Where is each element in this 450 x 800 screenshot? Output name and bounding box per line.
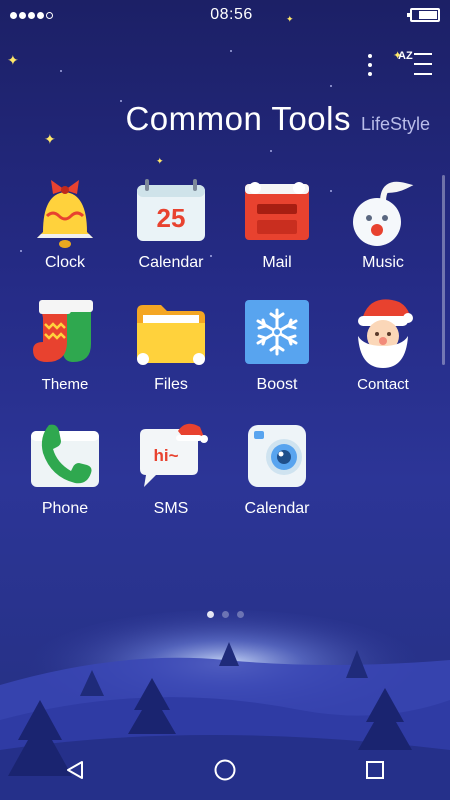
app-label: Contact [357,376,409,393]
stocking-icon [27,294,103,370]
camera-icon [239,418,315,494]
phone-icon [27,418,103,494]
app-clock[interactable]: Clock [12,172,118,272]
calendar-day-text: 25 [157,203,186,233]
app-label: Calendar [244,500,310,517]
star-decoration-icon: ✦ [286,14,294,24]
battery-icon [406,8,440,22]
app-label: Files [154,376,188,393]
folder-title-row: Common Tools LifeStyle [125,100,430,138]
bell-clock-icon [27,172,103,248]
sms-bubble-icon: hi~ [133,418,209,494]
app-calendar[interactable]: 25 Calendar [118,172,224,272]
santa-icon [345,294,421,370]
app-label: Phone [41,500,89,517]
star-decoration-icon: ✦ [7,52,19,68]
app-label: Boost [256,376,298,393]
home-icon[interactable] [205,750,245,790]
status-bar: 08:56 [0,0,450,30]
app-contact[interactable]: Contact [330,294,436,393]
sort-letters: AZ [398,50,413,62]
signal-strength-icon [10,11,53,19]
status-time: 08:56 [210,6,253,23]
app-files[interactable]: Files [118,294,224,394]
app-theme[interactable]: Theme [12,294,118,393]
star-decoration-icon: ✦ [156,156,164,166]
more-vert-icon[interactable] [368,54,372,76]
app-camera-calendar[interactable]: Calendar [224,418,330,518]
snowflake-icon [239,294,315,370]
star-dot [60,70,62,72]
app-label: Theme [41,376,89,393]
sms-bubble-text: hi~ [153,446,178,465]
app-mail[interactable]: Mail [224,172,330,272]
app-label: Mail [262,254,292,271]
app-music[interactable]: Music [330,172,436,272]
recents-icon[interactable] [355,750,395,790]
star-dot [230,50,232,52]
back-icon[interactable] [55,750,95,790]
app-boost[interactable]: Boost [224,294,330,394]
app-label: SMS [153,500,189,517]
folder-subtitle[interactable]: LifeStyle [361,114,430,135]
app-label: Music [362,254,404,271]
folder-title: Common Tools [125,100,351,137]
app-label: Clock [44,254,85,271]
star-dot [330,85,332,87]
app-label: Calendar [138,254,204,271]
star-decoration-icon: ✦ [44,131,56,147]
mailbox-icon [239,172,315,248]
star-dot [270,150,272,152]
app-phone[interactable]: Phone [12,418,118,518]
music-snowman-icon [345,172,421,248]
sort-az-icon[interactable]: AZ [398,50,432,80]
scroll-indicator[interactable] [442,175,445,365]
navigation-bar [0,740,450,800]
star-dot [120,100,122,102]
folder-icon [133,294,209,370]
header-actions: AZ [368,50,432,80]
app-sms[interactable]: hi~ SMS [118,418,224,518]
calendar-icon: 25 [133,172,209,248]
